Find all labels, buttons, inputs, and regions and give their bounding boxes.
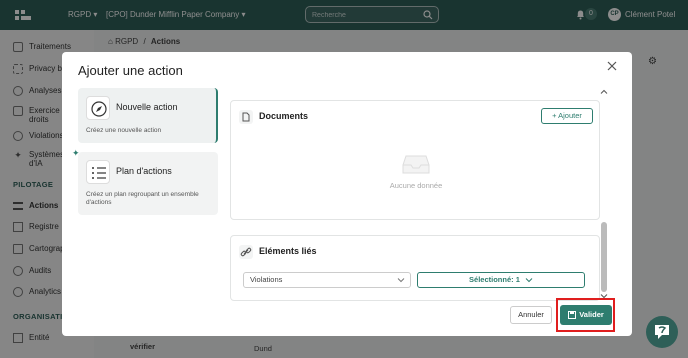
chat-help-button[interactable] [646,316,678,348]
documents-panel: Documents + Ajouter Aucune donnée [230,100,600,220]
option-new-action[interactable]: Nouvelle action Créez une nouvelle actio… [78,88,218,143]
cancel-button[interactable]: Annuler [510,306,552,324]
linked-elements-title: Eléments liés [259,246,317,256]
add-document-button[interactable]: + Ajouter [541,108,593,124]
empty-state-text: Aucune donnée [389,181,443,190]
modal-scrollbar[interactable] [600,88,608,299]
close-icon[interactable] [606,60,618,72]
linked-elements-panel: Eléments liés Violations Sélectionné: 1 [230,235,600,301]
chat-icon [655,325,669,339]
empty-inbox-icon [402,155,430,174]
list-icon [86,160,110,184]
scroll-up-icon[interactable] [600,88,608,96]
chevron-down-icon [397,278,405,283]
selected-elements-button[interactable]: Sélectionné: 1 [417,272,585,288]
modal-title: Ajouter une action [78,63,183,78]
option-action-plan[interactable]: Plan d'actions Créez un plan regroupant … [78,152,218,215]
chevron-down-icon [525,278,533,283]
document-icon [239,110,253,124]
scrollbar-thumb[interactable] [601,222,607,292]
link-icon [239,245,253,259]
compass-icon [86,96,110,120]
add-action-modal: Ajouter une action Nouvelle action Créez… [62,52,632,336]
highlight-box [556,298,615,332]
documents-title: Documents [259,111,309,121]
element-type-select[interactable]: Violations [243,272,411,288]
